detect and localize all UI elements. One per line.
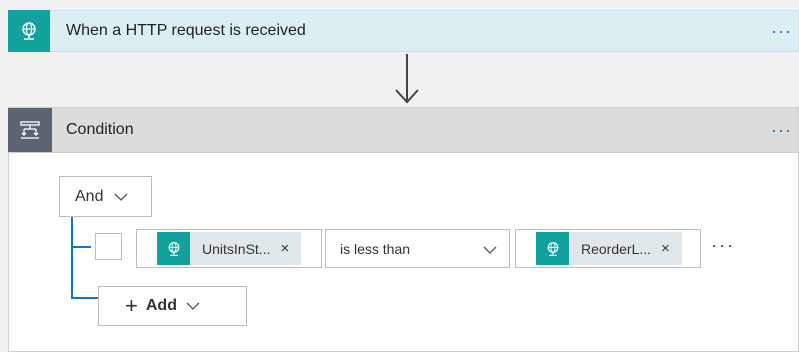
chevron-down-icon (114, 188, 128, 206)
trigger-more-button[interactable]: ··· (771, 22, 798, 40)
row-more-button[interactable]: ··· (711, 235, 735, 256)
trigger-card[interactable]: When a HTTP request is received ··· (8, 10, 799, 52)
connector-arrow-icon (395, 54, 419, 104)
remove-token-button[interactable]: × (661, 240, 670, 257)
add-label: Add (145, 297, 177, 314)
trigger-title: When a HTTP request is received (66, 22, 306, 39)
operator-dropdown[interactable]: is less than (325, 229, 510, 268)
condition-more-button[interactable]: ··· (771, 121, 798, 139)
condition-title: Condition (66, 121, 134, 138)
row-select-checkbox[interactable] (95, 233, 122, 260)
http-request-icon (157, 232, 190, 265)
plus-icon: + (125, 293, 138, 318)
condition-card: Condition ··· And UnitsInSt... × is less… (8, 107, 799, 352)
left-operand-field[interactable]: UnitsInSt... × (136, 229, 322, 268)
http-request-icon (536, 232, 569, 265)
group-operator-dropdown[interactable]: And (59, 176, 152, 217)
tree-line-to-row (71, 246, 91, 248)
right-operand-field[interactable]: ReorderL... × (515, 229, 701, 268)
right-operand-token[interactable]: ReorderL... × (536, 232, 682, 265)
condition-icon (8, 108, 52, 152)
chevron-down-icon (483, 241, 497, 257)
tree-line-vertical (71, 217, 73, 298)
add-button[interactable]: + Add (98, 286, 247, 326)
condition-header[interactable]: Condition ··· (8, 108, 798, 153)
right-operand-label: ReorderL... (581, 240, 652, 257)
group-operator-label: And (75, 187, 104, 205)
operator-label: is less than (340, 240, 411, 257)
left-operand-token[interactable]: UnitsInSt... × (157, 232, 302, 265)
remove-token-button[interactable]: × (280, 240, 289, 257)
tree-line-to-add (71, 297, 98, 299)
http-request-icon (8, 10, 50, 52)
left-operand-label: UnitsInSt... (202, 240, 271, 257)
chevron-down-icon (186, 297, 200, 315)
